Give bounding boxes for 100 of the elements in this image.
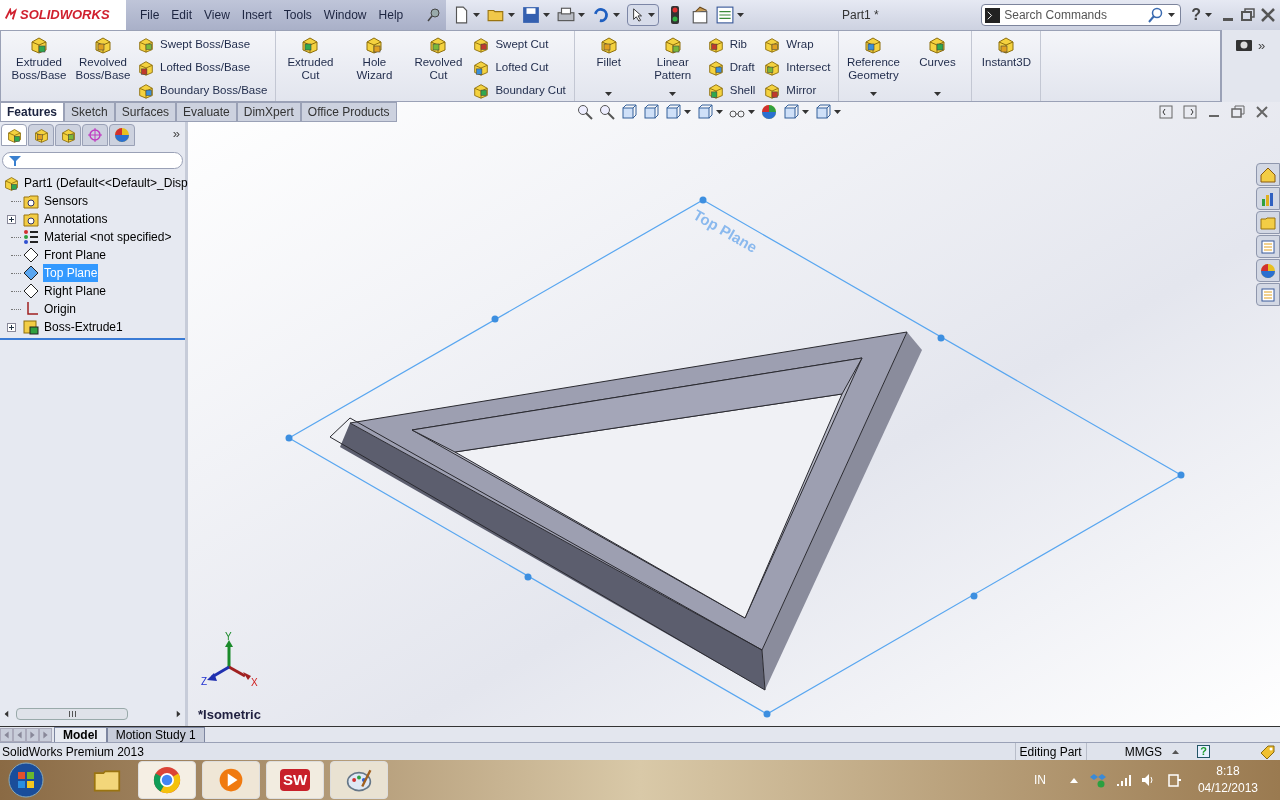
media-player-button[interactable] bbox=[202, 761, 260, 799]
ribbon-button[interactable]: Instant3D bbox=[976, 35, 1037, 99]
command-tab[interactable]: DimXpert bbox=[236, 102, 301, 122]
pushpin-icon[interactable] bbox=[426, 7, 442, 23]
more-button[interactable]: » bbox=[1258, 36, 1266, 56]
close-icon[interactable] bbox=[1260, 7, 1276, 23]
menu-item[interactable]: Tools bbox=[277, 6, 318, 24]
command-tab[interactable]: Office Products bbox=[300, 102, 397, 122]
menu-item[interactable]: File bbox=[134, 6, 166, 24]
start-button[interactable] bbox=[8, 762, 44, 798]
ribbon-button[interactable]: Hole Wizard bbox=[344, 35, 405, 99]
task-pane-tab[interactable] bbox=[1256, 259, 1280, 282]
ribbon-button[interactable]: Extruded Cut bbox=[280, 35, 341, 99]
caret-icon bbox=[801, 110, 809, 114]
undo-icon[interactable] bbox=[592, 6, 610, 24]
ribbon-button[interactable]: Curves bbox=[907, 35, 968, 99]
search-field[interactable]: Search Commands bbox=[1004, 6, 1145, 24]
ribbon-button[interactable]: Lofted Boss/Base bbox=[137, 58, 272, 78]
ribbon-button[interactable]: Linear Pattern bbox=[642, 35, 703, 99]
view-orientation-label: *Isometric bbox=[198, 705, 262, 724]
panel-tab[interactable] bbox=[109, 124, 135, 146]
ribbon-button[interactable]: Extruded Boss/Base bbox=[9, 35, 69, 99]
part-model-drawing[interactable] bbox=[329, 331, 922, 691]
menu-item[interactable]: View bbox=[198, 6, 236, 24]
panel-tab[interactable] bbox=[28, 124, 54, 146]
ribbon-button[interactable]: Boundary Boss/Base bbox=[137, 81, 272, 101]
ribbon-button[interactable]: Lofted Cut bbox=[472, 58, 570, 78]
color-ball-icon[interactable] bbox=[760, 104, 777, 120]
tree-item[interactable]: Boss-Extrude1 bbox=[43, 318, 124, 336]
tile-right-icon[interactable] bbox=[1182, 104, 1198, 120]
task-pane-tab[interactable] bbox=[1256, 163, 1280, 186]
command-tab[interactable]: Features bbox=[0, 102, 65, 122]
ribbon-button[interactable]: Fillet bbox=[578, 35, 639, 99]
close-icon[interactable] bbox=[1254, 104, 1270, 120]
browser-button[interactable] bbox=[138, 761, 196, 799]
task-pane-tab[interactable] bbox=[1256, 235, 1280, 258]
ribbon-button[interactable]: Boundary Cut bbox=[472, 81, 570, 101]
tree-item[interactable]: Material <not specified> bbox=[43, 228, 173, 246]
help-button[interactable]: ? bbox=[1191, 3, 1201, 27]
plane-outline[interactable] bbox=[285, 196, 1185, 718]
ribbon-button[interactable]: Swept Cut bbox=[472, 35, 570, 55]
panel-tab[interactable] bbox=[1, 124, 27, 146]
caret-up-icon[interactable] bbox=[1172, 749, 1179, 754]
restore-icon[interactable] bbox=[1240, 7, 1256, 23]
tree-item[interactable]: Right Plane bbox=[43, 282, 108, 300]
menu-item[interactable]: Edit bbox=[165, 6, 199, 24]
power-plug-icon[interactable] bbox=[1165, 772, 1182, 788]
unit-system[interactable]: MMGS bbox=[1124, 742, 1162, 761]
command-tab[interactable]: Evaluate bbox=[176, 102, 237, 122]
caret-up-icon[interactable] bbox=[1069, 777, 1078, 783]
view-cube-icon[interactable] bbox=[664, 104, 681, 120]
command-tab[interactable]: Sketch bbox=[64, 102, 115, 122]
paint-button[interactable] bbox=[330, 761, 388, 799]
ribbon-button[interactable]: Intersect bbox=[763, 58, 835, 78]
command-tab[interactable]: Surfaces bbox=[114, 102, 177, 122]
task-pane-tab[interactable] bbox=[1256, 283, 1280, 306]
ribbon-button[interactable]: Reference Geometry bbox=[843, 35, 904, 99]
print-icon[interactable] bbox=[557, 6, 575, 24]
ribbon-button[interactable]: Wrap bbox=[763, 35, 835, 55]
ribbon-button[interactable]: Swept Boss/Base bbox=[137, 35, 272, 55]
save-icon[interactable] bbox=[522, 6, 540, 24]
clock[interactable]: 8:18 04/12/2013 bbox=[1197, 763, 1258, 797]
zoom-area-icon[interactable] bbox=[598, 104, 615, 120]
expand-icon[interactable] bbox=[7, 322, 16, 332]
checklist-icon[interactable] bbox=[716, 6, 734, 24]
traffic-light-icon[interactable] bbox=[670, 6, 680, 24]
tile-left-icon[interactable] bbox=[1158, 104, 1174, 120]
signal-icon[interactable] bbox=[1115, 772, 1132, 788]
volume-icon[interactable] bbox=[1139, 772, 1156, 788]
more-tabs-button[interactable]: » bbox=[172, 124, 180, 144]
expand-icon[interactable] bbox=[7, 214, 16, 224]
solidworks-button[interactable]: SW bbox=[266, 761, 324, 799]
ribbon-button[interactable]: Revolved Boss/Base bbox=[73, 35, 133, 99]
options-icon[interactable] bbox=[691, 6, 709, 24]
tree-item[interactable]: Annotations bbox=[43, 210, 109, 228]
ribbon-button[interactable]: Rib bbox=[706, 35, 760, 55]
ribbon-button[interactable]: Draft bbox=[706, 58, 760, 78]
tree-root[interactable]: Part1 (Default<<Default>_Disp bbox=[3, 174, 185, 192]
tree-item[interactable]: Front Plane bbox=[43, 246, 108, 264]
bottom-tab[interactable]: Motion Study 1 bbox=[106, 726, 205, 743]
ribbon-button[interactable]: Revolved Cut bbox=[408, 35, 469, 99]
menu-item[interactable]: Window bbox=[317, 6, 373, 24]
ribbon-button[interactable]: Shell bbox=[706, 81, 760, 101]
menu-item[interactable]: Insert bbox=[235, 6, 278, 24]
select-button[interactable] bbox=[627, 4, 659, 26]
menu-item[interactable]: Help bbox=[372, 6, 410, 24]
display-cube-icon[interactable] bbox=[696, 104, 713, 120]
search-box[interactable]: Search Commands bbox=[981, 4, 1182, 26]
filter-field[interactable] bbox=[2, 152, 183, 169]
task-pane-tab[interactable] bbox=[1256, 187, 1280, 210]
zoom-fit-icon[interactable] bbox=[576, 104, 593, 120]
panel-tab[interactable] bbox=[55, 124, 81, 146]
bottom-tab[interactable]: Model bbox=[54, 726, 107, 743]
tree-item[interactable]: Origin bbox=[43, 300, 77, 318]
tree-item[interactable]: Sensors bbox=[43, 192, 90, 210]
restore-icon[interactable] bbox=[1230, 104, 1246, 120]
panel-tab[interactable] bbox=[82, 124, 108, 146]
palette-icon bbox=[345, 767, 373, 793]
sensor-folder-icon bbox=[23, 193, 39, 209]
ribbon-button[interactable]: Mirror bbox=[763, 81, 835, 101]
